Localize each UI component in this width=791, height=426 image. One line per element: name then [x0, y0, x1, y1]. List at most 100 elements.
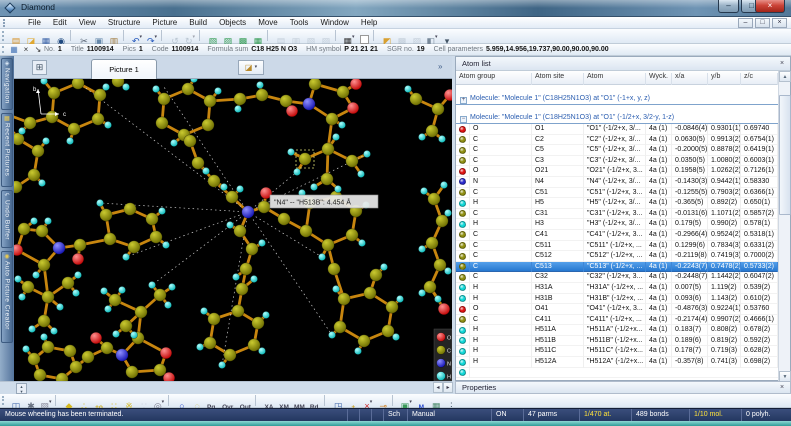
h-atom[interactable] — [232, 273, 239, 280]
atom-row[interactable]: CC513"C513" (-1/2+x, ...4a (1)-0.2243(7)… — [456, 262, 778, 273]
menu-help[interactable]: Help — [355, 17, 383, 27]
minimize-button[interactable]: – — [718, 0, 739, 13]
cut-icon[interactable]: ✂ — [77, 30, 91, 43]
properties-panel-header[interactable]: Properties × — [455, 381, 791, 394]
c-atom[interactable] — [32, 145, 44, 157]
column-header-atomgroup[interactable]: Atom group — [456, 73, 532, 85]
h-atom[interactable] — [104, 121, 111, 128]
h-atom[interactable] — [396, 295, 403, 302]
atom-row[interactable]: HH5"H5" (-1/2+x, 3/...4a (1)-0.365(5)0.8… — [456, 198, 778, 209]
atom-row-partial[interactable] — [456, 368, 778, 379]
o-atom[interactable] — [286, 105, 298, 117]
h-atom[interactable] — [118, 286, 125, 293]
c-atom[interactable] — [204, 95, 216, 107]
picture-layout-icon[interactable]: ▦ — [251, 30, 265, 43]
c-atom[interactable] — [28, 353, 40, 365]
h-atom[interactable] — [14, 275, 21, 282]
c-atom[interactable] — [232, 305, 244, 317]
c-atom[interactable] — [135, 306, 147, 318]
h-atom[interactable] — [258, 239, 265, 246]
c-atom[interactable] — [34, 369, 46, 381]
save-icon[interactable]: ▦ — [39, 30, 53, 43]
target-icon[interactable]: ◎▾ — [152, 395, 166, 408]
c-atom[interactable] — [22, 281, 34, 293]
h-atom[interactable] — [293, 168, 300, 175]
atom-row[interactable]: HH512A"H512A" (-1/2+x...4a (1)-0.357(8)0… — [456, 357, 778, 368]
c-atom[interactable] — [120, 320, 132, 332]
h-atom[interactable] — [158, 207, 165, 214]
history-icon[interactable]: ↻▾ — [183, 30, 197, 43]
c-atom[interactable] — [258, 201, 270, 213]
atom-row[interactable]: CC3"C3" (-1/2+x, 3/...4a (1)0.0350(5)1.0… — [456, 156, 778, 167]
h-atom[interactable] — [196, 343, 203, 350]
h-atom[interactable] — [226, 221, 233, 228]
refresh-icon[interactable]: ↺ — [168, 30, 182, 43]
c-atom[interactable] — [38, 315, 50, 327]
menu-objects[interactable]: Objects — [213, 17, 252, 27]
o-atom[interactable] — [350, 79, 362, 90]
c-atom[interactable] — [300, 225, 312, 237]
c-atom[interactable] — [72, 79, 84, 89]
structure-picture-canvas[interactable]: bc"N4" -- "H513B": 4.454 ÅOCNH — [14, 79, 452, 381]
h-atom[interactable] — [130, 331, 137, 338]
view-options-icon[interactable]: ◧▾ — [425, 30, 439, 43]
h-atom[interactable] — [418, 289, 425, 296]
c-atom[interactable] — [246, 243, 258, 255]
measure-m-icon[interactable]: M — [414, 395, 428, 408]
o-atom[interactable] — [72, 253, 84, 265]
overflow-icon[interactable]: ⋮ — [444, 395, 458, 408]
n-atom[interactable] — [53, 242, 65, 254]
add-atoms-icon[interactable]: ∴ — [77, 395, 91, 408]
pg-button[interactable]: Pg. — [205, 395, 219, 408]
tab-picture-1[interactable]: Picture 1 — [91, 59, 157, 79]
c-atom[interactable] — [154, 289, 166, 301]
copy-picture-icon[interactable]: ▩ — [236, 30, 250, 43]
h-atom[interactable] — [112, 330, 119, 337]
c-atom[interactable] — [42, 291, 54, 303]
column-header-atomsite[interactable]: Atom site — [532, 73, 584, 85]
paste-special-icon[interactable]: ▤ — [274, 30, 288, 43]
atom-row[interactable]: HH511A"H511A" (-1/2+x...4a (1)0.183(7)0.… — [456, 325, 778, 336]
c-atom[interactable] — [18, 223, 30, 235]
sidebar-tab-navigation[interactable]: ◈Navigation — [1, 58, 13, 110]
column-header-yb[interactable]: y/b — [708, 73, 741, 85]
atom-row[interactable]: HH31A"H31A" (-1/2+x, ...4a (1)0.007(5)1.… — [456, 283, 778, 294]
h-atom[interactable] — [250, 275, 257, 282]
paste-icon[interactable]: ▥ — [107, 30, 121, 43]
expand-icon[interactable]: + — [460, 97, 467, 104]
h-atom[interactable] — [122, 83, 129, 90]
c-atom[interactable] — [48, 87, 60, 99]
mdi-restore-button[interactable]: □ — [755, 18, 770, 28]
o-atom[interactable] — [347, 102, 359, 114]
c-atom[interactable] — [358, 335, 370, 347]
h-atom[interactable] — [148, 281, 155, 288]
h-atom[interactable] — [332, 133, 339, 140]
scroll-up-icon[interactable]: ▲ — [779, 71, 791, 82]
c-atom[interactable] — [334, 321, 346, 333]
column-header-atom[interactable]: Atom — [584, 73, 646, 85]
column-header-zc[interactable]: z/c — [741, 73, 778, 85]
rd-button[interactable]: Rd. — [308, 395, 322, 408]
h-atom[interactable] — [168, 283, 175, 290]
h-atom[interactable] — [220, 183, 227, 190]
picture-mode-icon[interactable]: ▧▾ — [39, 395, 53, 408]
h-atom[interactable] — [256, 81, 263, 88]
h-atom[interactable] — [334, 185, 341, 192]
h-atom[interactable] — [418, 133, 425, 140]
toolbar-overflow-chevron[interactable]: » — [438, 62, 442, 71]
h-atom[interactable] — [72, 289, 79, 296]
menu-window[interactable]: Window — [314, 17, 354, 27]
o-atom[interactable] — [14, 244, 23, 256]
menu-build[interactable]: Build — [183, 17, 213, 27]
toolbar-overflow-icon[interactable]: ▾ — [440, 30, 454, 43]
h-atom[interactable] — [262, 311, 269, 318]
ovr-button[interactable]: Ovr. — [220, 395, 237, 408]
c-atom[interactable] — [184, 135, 196, 147]
copy-icon[interactable]: ▣ — [92, 30, 106, 43]
h-atom[interactable] — [332, 285, 339, 292]
c-atom[interactable] — [128, 241, 140, 253]
mdi-minimize-button[interactable]: – — [738, 18, 753, 28]
n-atom[interactable] — [116, 349, 128, 361]
molecule-group-header[interactable]: −Molecule: "Molecule 1" (C18H25N1O3) at … — [456, 113, 778, 124]
c-atom[interactable] — [248, 339, 260, 351]
